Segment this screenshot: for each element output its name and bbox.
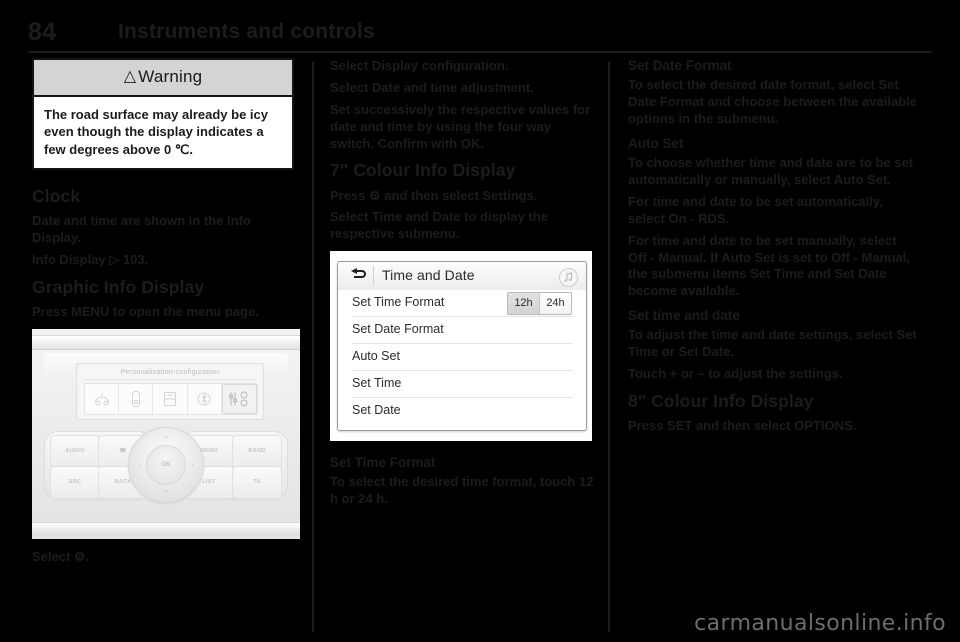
column-divider-left	[312, 62, 314, 632]
option-24h[interactable]: 24h	[540, 293, 571, 315]
list-item[interactable]: Set Date Format	[352, 317, 572, 345]
column-right: Set Date Format To select the desired da…	[628, 58, 918, 443]
display-title: Personalisation-configuration	[120, 366, 220, 376]
set-date-format-heading: Set Date Format	[628, 58, 732, 73]
warning-title-bar: △ Warning	[34, 60, 292, 97]
seven-inch-display-heading: 7" Colour Info Display	[330, 160, 516, 181]
set-time-and-date-paragraph-2: Touch + or – to adjust the settings.	[628, 366, 843, 382]
settings-list: Set Time Format 12h 24h Set Date Format …	[338, 290, 586, 431]
audio-button[interactable]: AUDIO	[50, 434, 100, 468]
time-format-toggle[interactable]: 12h 24h	[507, 292, 572, 316]
middle-para-3: Set successively the respective values f…	[330, 101, 591, 151]
clock-heading: Clock	[32, 185, 81, 206]
bluetooth-icon	[188, 383, 222, 414]
list-item[interactable]: Set Time	[352, 371, 572, 399]
back-arrow-icon[interactable]	[346, 267, 368, 285]
figure-caption-select: Select ⚙.	[32, 548, 90, 564]
list-item-label: Set Date Format	[352, 322, 444, 337]
panel-bottom-trim	[32, 521, 300, 535]
list-item-label: Set Time Format	[352, 295, 445, 310]
warning-title: Warning	[138, 67, 203, 86]
list-item[interactable]: Set Date	[352, 398, 572, 424]
manual-page: 84 Instruments and controls △ Warning The…	[0, 0, 960, 642]
panel-display: Personalisation-configuration	[76, 362, 264, 420]
set-time-format-paragraph: To select the desired time format, touch…	[330, 474, 594, 507]
set-date-format-paragraph: To select the desired date format, selec…	[628, 77, 917, 126]
warning-triangle-icon: △	[123, 68, 137, 85]
column-left: △ Warning The road surface may already be…	[32, 58, 300, 565]
warning-text: The road surface may already be icy even…	[44, 107, 268, 157]
title-separator	[373, 266, 374, 287]
panel-button-cluster: AUDIO ☎ SRC BACK MENU BAND LIST TA ⌃ ⌄ ‹…	[40, 425, 292, 503]
column-divider-right	[608, 62, 610, 632]
middle-para-5: Select Time and Date to display the resp…	[330, 209, 548, 242]
display-separator	[84, 378, 256, 380]
panel-top-trim	[32, 334, 300, 350]
clock-paragraph: Date and time are shown in the Info Disp…	[32, 212, 251, 245]
band-button[interactable]: BAND	[232, 434, 282, 468]
set-time-and-date-paragraph-1: To adjust the time and date settings, se…	[628, 327, 917, 360]
music-note-icon[interactable]	[559, 268, 578, 288]
auto-set-heading: Auto Set	[628, 135, 684, 151]
list-item-label: Set Time	[352, 376, 402, 391]
radio-settings-icon	[153, 383, 188, 414]
list-item-label: Auto Set	[352, 349, 400, 364]
chevron-down-icon: ⌄	[162, 484, 170, 494]
option-12h[interactable]: 12h	[508, 293, 540, 315]
list-item-label: Set Date	[352, 403, 401, 418]
page-number: 84	[28, 18, 57, 46]
chevron-up-icon: ⌃	[162, 434, 170, 444]
middle-para-4: Press ⚙ and then select Settings.	[330, 187, 538, 203]
infotainment-screen: Time and Date Set Time Format 12h 24h Se…	[337, 261, 587, 432]
chevron-left-icon: ‹	[138, 459, 141, 469]
screen-title-bar: Time and Date	[338, 262, 586, 292]
audio-settings-icon	[221, 383, 258, 414]
eight-inch-display-heading: 8" Colour Info Display	[628, 391, 814, 412]
list-item[interactable]: Auto Set	[352, 344, 572, 372]
column-middle: Select Display configuration. Select Dat…	[330, 58, 598, 516]
middle-para-2: Select Date and time adjustment.	[330, 79, 534, 95]
set-time-format-heading: Set Time Format	[330, 455, 436, 471]
auto-set-paragraph-3: For time and date to be set manually, se…	[628, 232, 910, 299]
page-title: Instruments and controls	[118, 20, 375, 43]
page-header: 84 Instruments and controls	[28, 18, 932, 53]
eight-inch-display-paragraph: Press SET and then select OPTIONS.	[628, 418, 857, 434]
set-time-and-date-heading: Set time and date	[628, 308, 740, 324]
info-display-reference: Info Display ▷ 103.	[32, 251, 149, 267]
display-settings-icon	[119, 383, 154, 414]
src-button[interactable]: SRC	[50, 465, 100, 499]
chevron-right-icon: ›	[191, 459, 194, 469]
header-rule	[28, 51, 932, 53]
radio-control-panel-figure: Personalisation-configuration AUDIO ☎ SR…	[32, 328, 300, 539]
display-icon-row	[84, 382, 258, 415]
ok-button[interactable]: OK	[146, 444, 186, 485]
site-watermark: carmanualsonline.info	[694, 611, 946, 636]
graphic-info-display-paragraph: Press MENU to open the menu page.	[32, 303, 259, 319]
vehicle-settings-icon	[85, 383, 120, 414]
middle-para-1: Select Display configuration.	[330, 58, 509, 73]
infotainment-screenshot-figure: Time and Date Set Time Format 12h 24h Se…	[330, 251, 592, 442]
ta-button[interactable]: TA	[232, 465, 282, 499]
auto-set-paragraph-1: To choose whether time and date are to b…	[628, 155, 914, 187]
graphic-info-display-heading: Graphic Info Display	[32, 276, 205, 297]
screen-title: Time and Date	[382, 267, 475, 284]
auto-set-paragraph-2: For time and date to be set automaticall…	[628, 193, 883, 226]
warning-box: △ Warning The road surface may already be…	[32, 58, 294, 170]
four-way-switch[interactable]: ⌃ ⌄ ‹ › OK	[128, 426, 204, 503]
list-item[interactable]: Set Time Format 12h 24h	[352, 290, 572, 318]
